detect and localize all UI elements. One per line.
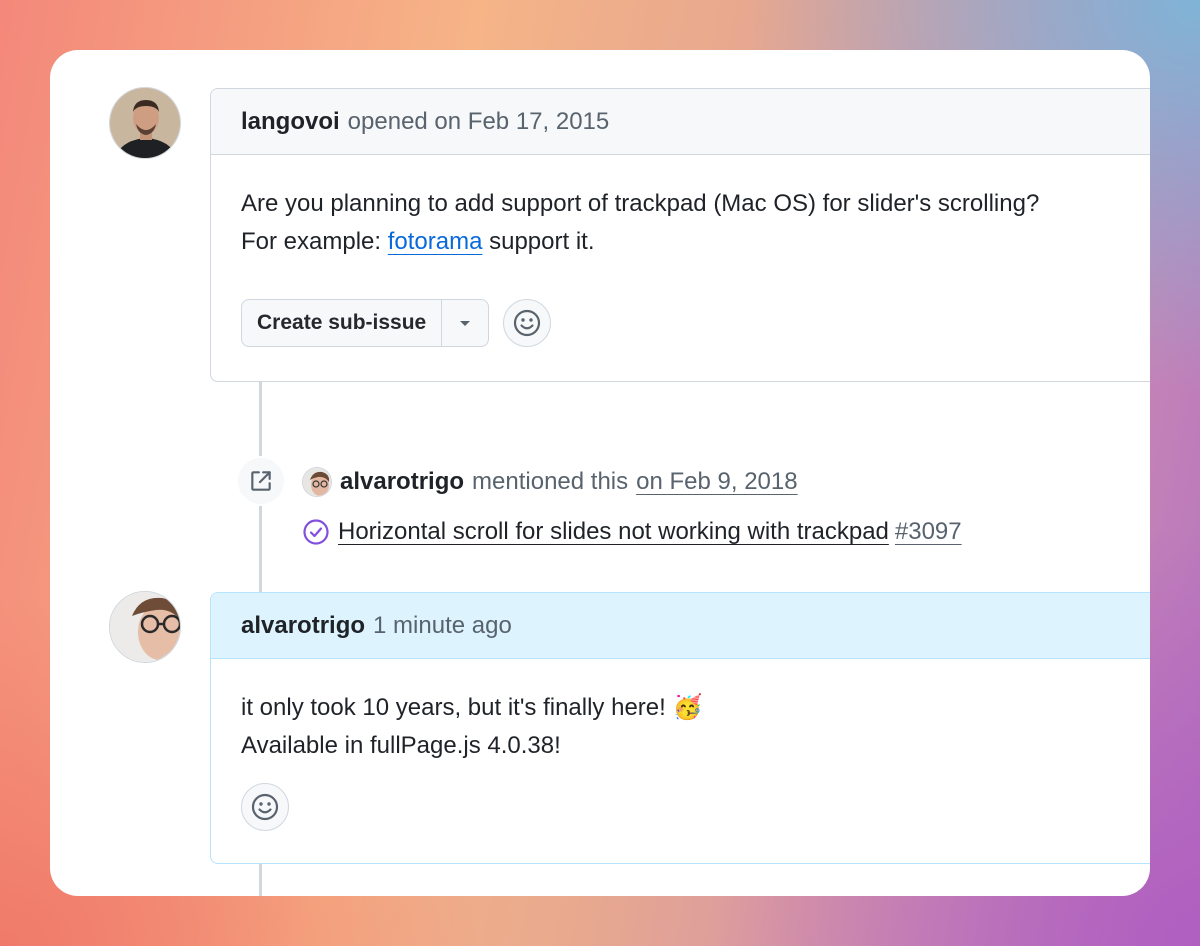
link-external-icon — [251, 471, 271, 491]
avatar-image — [303, 468, 331, 496]
comment-header: alvarotrigo 1 minute ago — [211, 593, 1150, 659]
mention-event: alvarotrigo mentioned this on Feb 9, 201… — [302, 460, 798, 504]
avatar-image — [110, 592, 180, 662]
avatar-image — [110, 88, 180, 158]
mentioned-issue-number[interactable]: #3097 — [895, 518, 962, 546]
avatar-langovoi[interactable] — [109, 87, 181, 159]
create-subissue-dropdown[interactable] — [442, 300, 488, 346]
mention-author[interactable]: alvarotrigo — [340, 468, 464, 496]
comment-author[interactable]: alvarotrigo — [241, 612, 365, 640]
triangle-down-icon — [460, 321, 471, 326]
avatar-alvarotrigo[interactable] — [109, 591, 181, 663]
comment-timestamp[interactable]: opened on Feb 17, 2015 — [348, 108, 610, 136]
comment-opening: langovoi opened on Feb 17, 2015 Are you … — [210, 88, 1150, 382]
issue-card: langovoi opened on Feb 17, 2015 Are you … — [50, 50, 1150, 896]
timeline-line — [259, 864, 262, 896]
fotorama-link[interactable]: fotorama — [388, 228, 483, 255]
comment-actions — [211, 783, 1150, 831]
create-subissue-split-button: Create sub-issue — [241, 299, 490, 347]
comment-body-line: Available in fullPage.js 4.0.38! — [241, 732, 561, 759]
smiley-icon — [251, 793, 279, 821]
create-subissue-button[interactable]: Create sub-issue — [242, 300, 443, 346]
comment-body: Are you planning to add support of track… — [211, 155, 1150, 261]
comment-actions: Create sub-issue — [211, 299, 1150, 347]
mention-date-link[interactable]: on Feb 9, 2018 — [636, 468, 797, 496]
smiley-icon — [514, 309, 541, 337]
mentioned-issue-title[interactable]: Horizontal scroll for slides not working… — [338, 518, 889, 546]
comment-timestamp[interactable]: 1 minute ago — [373, 612, 512, 640]
comment-body: it only took 10 years, but it's finally … — [211, 659, 1150, 765]
comment-body-line: For example: fotorama support it. — [241, 223, 1139, 261]
comment-body-line: Are you planning to add support of track… — [241, 190, 1040, 217]
cross-reference-badge — [236, 456, 286, 506]
body-prefix: For example: — [241, 228, 388, 255]
add-reaction-button[interactable] — [503, 299, 552, 347]
comment-body-line: it only took 10 years, but it's finally … — [241, 694, 703, 721]
comment-author[interactable]: langovoi — [241, 108, 340, 136]
body-suffix: support it. — [482, 228, 595, 255]
add-reaction-button[interactable] — [241, 783, 289, 831]
mention-action: mentioned this — [472, 468, 629, 495]
mentioned-issue-reference[interactable]: Horizontal scroll for slides not working… — [302, 512, 962, 552]
mini-avatar-alvarotrigo[interactable] — [302, 467, 332, 497]
comment-header: langovoi opened on Feb 17, 2015 — [211, 89, 1150, 155]
comment-latest: alvarotrigo 1 minute ago it only took 10… — [210, 592, 1150, 864]
issue-closed-icon — [303, 519, 329, 545]
